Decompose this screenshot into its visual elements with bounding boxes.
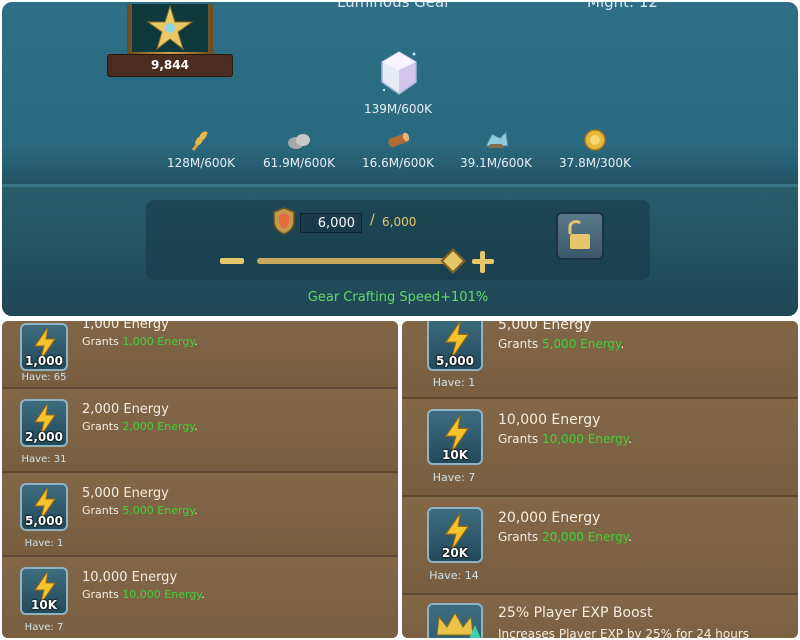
have-count: Have: 7 xyxy=(24,622,64,633)
item-name: 10,000 Energy xyxy=(498,412,601,428)
resource-timber: 16.6M/600K xyxy=(348,128,448,170)
gear-portrait[interactable] xyxy=(127,4,213,56)
increase-button-vertical[interactable] xyxy=(480,251,485,273)
have-count: Have: 7 xyxy=(432,471,476,484)
list-item[interactable]: 5,000 Have: 1 5,000 Energy Grants 5,000 … xyxy=(402,321,798,399)
list-item[interactable]: 5,000 Have: 1 5,000 Energy Grants 5,000 … xyxy=(2,473,398,557)
resource-gold: 37.8M/300K xyxy=(545,128,645,170)
have-count: Have: 1 xyxy=(24,538,64,549)
wheat-icon xyxy=(191,131,209,151)
star-emblem-icon xyxy=(146,4,194,51)
item-description: Grants 10,000 Energy. xyxy=(82,588,205,601)
quantity-input[interactable]: 6,000 xyxy=(300,213,362,233)
item-description: Grants 10,000 Energy. xyxy=(498,432,632,446)
item-description: Grants 20,000 Energy. xyxy=(498,530,632,544)
quantity-separator: / xyxy=(370,212,375,228)
timber-icon xyxy=(388,132,410,147)
list-item[interactable]: 10K Have: 7 10,000 Energy Grants 10,000 … xyxy=(2,557,398,638)
ore-icon xyxy=(485,130,509,148)
item-description: Grants 1,000 Energy. xyxy=(82,335,198,348)
item-description: Grants 5,000 Energy. xyxy=(498,337,625,351)
item-name: 25% Player EXP Boost xyxy=(498,605,653,621)
energy-list-right: 5,000 Have: 1 5,000 Energy Grants 5,000 … xyxy=(402,321,798,638)
crafting-panel: Luminous Gear Might: 12 9,844 139M/600K … xyxy=(2,2,798,316)
list-item[interactable]: 25% Player EXP Boost Increases Player EX… xyxy=(402,595,798,638)
item-description: Grants 5,000 Energy. xyxy=(82,504,198,517)
item-description: Grants 2,000 Energy. xyxy=(82,420,198,433)
gear-title: Luminous Gear xyxy=(337,2,451,11)
energy-item-icon: 5,000 xyxy=(20,483,68,531)
have-count: Have: 65 xyxy=(21,372,67,383)
energy-item-icon: 5,000 xyxy=(427,321,483,371)
energy-item-icon: 1,000 xyxy=(20,323,68,371)
gear-count-badge: 9,844 xyxy=(107,54,233,77)
item-name: 1,000 Energy xyxy=(82,321,169,332)
energy-list-left: 1,000 Have: 65 1,000 Energy Grants 1,000… xyxy=(2,321,398,638)
have-count: Have: 31 xyxy=(21,454,67,465)
item-name: 10,000 Energy xyxy=(82,570,178,585)
list-item[interactable]: 1,000 Have: 65 1,000 Energy Grants 1,000… xyxy=(2,321,398,389)
horizon-line xyxy=(2,184,798,187)
item-description: Increases Player EXP by 25% for 24 hours xyxy=(498,627,750,638)
exp-boost-item-icon xyxy=(427,603,483,638)
crystal-gem-icon xyxy=(381,51,417,95)
gem-amount: 139M/600K xyxy=(363,102,433,116)
item-name: 5,000 Energy xyxy=(82,486,169,501)
quantity-max: 6,000 xyxy=(382,215,417,229)
resource-ore: 39.1M/600K xyxy=(446,128,546,170)
have-count: Have: 14 xyxy=(429,569,479,582)
decrease-button[interactable] xyxy=(220,258,244,264)
energy-item-icon: 20K xyxy=(427,507,483,563)
gold-icon xyxy=(584,129,606,151)
might-value: Might: 12 xyxy=(587,2,658,11)
lock-toggle-button[interactable] xyxy=(556,212,604,260)
quantity-slider[interactable] xyxy=(257,258,457,264)
unlocked-padlock-icon xyxy=(568,220,590,249)
resource-food: 128M/600K xyxy=(151,128,251,170)
crafting-speed-text: Gear Crafting Speed+101% xyxy=(307,290,489,305)
list-item[interactable]: 10K Have: 7 10,000 Energy Grants 10,000 … xyxy=(402,399,798,497)
stone-icon xyxy=(288,134,310,149)
energy-item-icon: 2,000 xyxy=(20,399,68,447)
energy-item-icon: 10K xyxy=(20,567,68,615)
energy-item-icon: 10K xyxy=(427,409,483,465)
shield-icon xyxy=(273,207,295,235)
resource-stone: 61.9M/600K xyxy=(249,128,349,170)
item-name: 20,000 Energy xyxy=(498,510,601,526)
list-item[interactable]: 2,000 Have: 31 2,000 Energy Grants 2,000… xyxy=(2,389,398,473)
crown-icon xyxy=(436,611,481,638)
item-name: 2,000 Energy xyxy=(82,402,169,417)
list-item[interactable]: 20K Have: 14 20,000 Energy Grants 20,000… xyxy=(402,497,798,595)
have-count: Have: 1 xyxy=(432,376,476,389)
item-name: 5,000 Energy xyxy=(498,321,592,333)
